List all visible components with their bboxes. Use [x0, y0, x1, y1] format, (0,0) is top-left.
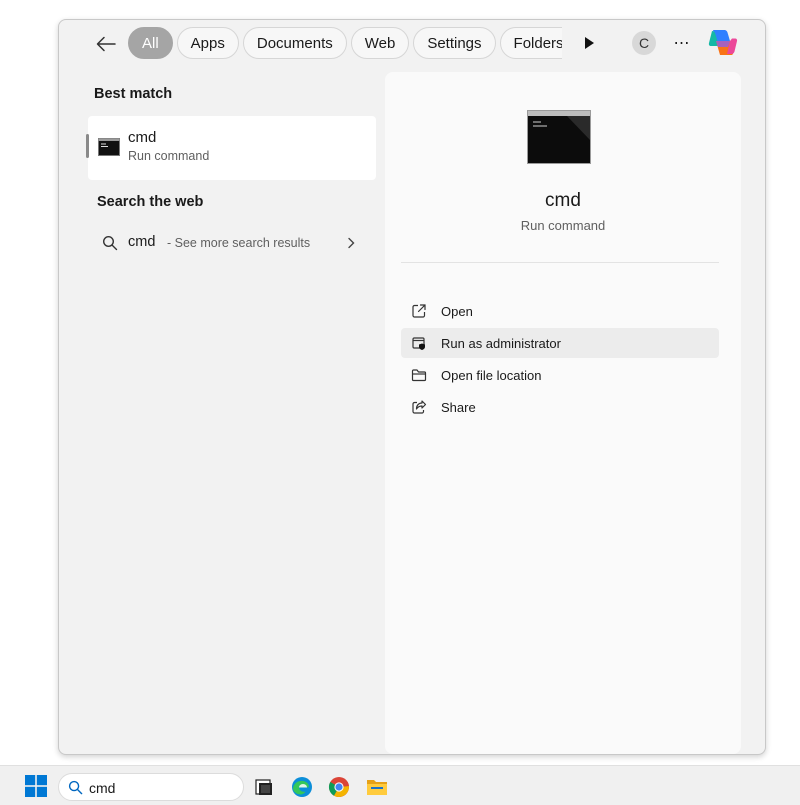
desktop: All Apps Documents Web Settings Folders … — [0, 0, 800, 805]
chip-folders[interactable]: Folders — [499, 27, 562, 59]
chip-apps[interactable]: Apps — [176, 27, 239, 59]
shield-icon — [412, 337, 425, 350]
start-button[interactable] — [25, 775, 47, 797]
best-match-result[interactable]: cmd Run command — [86, 116, 376, 180]
action-label: Share — [441, 400, 476, 415]
action-label: Open — [441, 304, 473, 319]
back-button[interactable] — [92, 30, 120, 58]
start-search-window: All Apps Documents Web Settings Folders … — [58, 19, 766, 755]
folder-icon — [411, 369, 427, 382]
chip-settings[interactable]: Settings — [413, 27, 496, 59]
best-match-heading: Best match — [94, 86, 173, 102]
search-web-heading: Search the web — [97, 194, 204, 210]
task-view-button[interactable] — [252, 775, 276, 799]
filter-bar: All Apps Documents Web Settings Folders … — [59, 20, 765, 66]
task-view-icon — [255, 779, 272, 795]
detail-panel: cmd Run command Open Run as administrato… — [385, 72, 741, 754]
chevron-right-icon — [348, 237, 355, 249]
chip-all[interactable]: All — [128, 27, 173, 59]
selection-indicator — [86, 134, 89, 158]
share-icon — [412, 400, 427, 414]
chrome-taskbar-button[interactable] — [327, 775, 351, 799]
more-options-button[interactable]: ⋯ — [670, 31, 694, 55]
divider — [401, 262, 719, 263]
copilot-button[interactable] — [704, 27, 738, 59]
chip-documents[interactable]: Documents — [242, 27, 347, 59]
detail-app-name: cmd — [545, 190, 581, 211]
detail-app-type: Run command — [520, 218, 606, 233]
chip-web[interactable]: Web — [350, 27, 410, 59]
more-filters-button[interactable] — [578, 32, 600, 54]
search-icon — [68, 780, 83, 795]
account-avatar[interactable]: C — [632, 31, 656, 55]
edge-taskbar-button[interactable] — [290, 775, 314, 799]
windows-logo-icon — [25, 775, 47, 797]
open-external-icon — [412, 304, 426, 318]
action-open[interactable]: Open — [401, 296, 719, 326]
web-query-suffix: - See more search results — [167, 236, 311, 250]
file-explorer-icon — [367, 780, 387, 795]
action-share[interactable]: Share — [401, 392, 719, 422]
result-name: cmd — [128, 129, 157, 146]
file-explorer-taskbar-button[interactable] — [365, 775, 389, 799]
edge-icon — [292, 777, 312, 797]
taskbar: cmd — [0, 765, 800, 805]
taskbar-search-text: cmd — [89, 780, 116, 796]
back-arrow-icon — [96, 36, 116, 52]
cmd-large-icon — [527, 110, 591, 164]
filter-chips: All Apps Documents Web Settings Folders … — [128, 27, 562, 59]
cmd-app-icon — [98, 138, 120, 156]
search-icon — [102, 235, 118, 251]
play-arrow-icon — [585, 37, 594, 49]
action-label: Open file location — [441, 368, 542, 383]
copilot-icon — [708, 30, 738, 55]
taskbar-search-box[interactable]: cmd — [58, 773, 244, 801]
web-search-result[interactable]: cmd - See more search results — [88, 227, 376, 259]
chrome-icon — [328, 777, 349, 798]
action-label: Run as administrator — [441, 336, 561, 351]
action-open-file-location[interactable]: Open file location — [401, 360, 719, 390]
result-type: Run command — [128, 149, 210, 163]
action-run-as-administrator[interactable]: Run as administrator — [401, 328, 719, 358]
web-query: cmd — [128, 234, 156, 250]
